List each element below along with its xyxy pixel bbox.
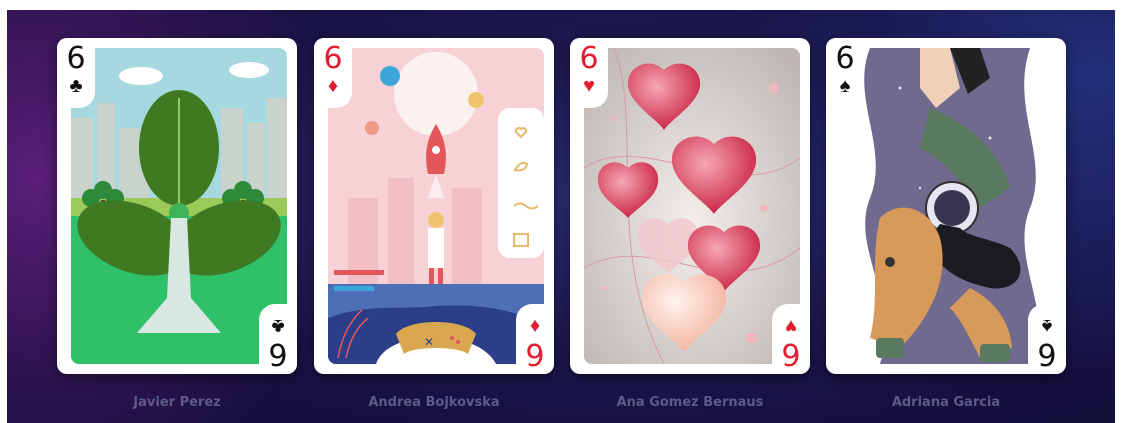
spade-suit-icon: ♠ xyxy=(1041,315,1053,339)
svg-text:✕: ✕ xyxy=(424,335,434,349)
club-suit-icon: ♣ xyxy=(69,73,83,97)
card-index-top: 6 ♦ xyxy=(318,41,348,97)
card-artwork-glass-hearts xyxy=(584,48,800,364)
rocket-illustration: ✕ xyxy=(328,48,544,364)
playing-card-six-of-hearts[interactable]: 6 ♥ 6 ♥ xyxy=(570,38,810,374)
card-index-bottom: 6 ♠ xyxy=(1032,315,1062,371)
card-rank: 6 xyxy=(525,336,545,371)
artist-name: Andrea Bojkovska xyxy=(368,395,500,410)
glass-hearts-illustration xyxy=(584,48,800,364)
card-rank: 6 xyxy=(835,41,855,76)
card-index-top: 6 ♠ xyxy=(830,41,860,97)
card-index-bottom: 6 ♣ xyxy=(263,315,293,371)
playing-card-six-of-diamonds[interactable]: ✕ 6 ♦ 6 ♦ xyxy=(314,38,554,374)
card-showcase-stage: 6 ♣ 6 ♣ Javier Perez ✕ 6 ♦ 6 ♦ Andrea Bo… xyxy=(7,10,1115,423)
artist-name: Adriana Garcia xyxy=(891,395,1001,410)
spade-suit-icon: ♠ xyxy=(839,73,851,97)
card-rank: 6 xyxy=(781,336,801,371)
playing-card-six-of-clubs[interactable]: 6 ♣ 6 ♣ xyxy=(57,38,297,374)
club-suit-icon: ♣ xyxy=(271,315,285,339)
card-index-top: 6 ♣ xyxy=(61,41,91,97)
heart-suit-icon: ♥ xyxy=(583,73,595,97)
diamond-suit-icon: ♦ xyxy=(327,73,339,97)
artist-name: Javier Perez xyxy=(133,395,221,410)
card-rank: 6 xyxy=(1037,336,1057,371)
artist-name: Ana Gomez Bernaus xyxy=(616,395,764,410)
diamond-suit-icon: ♦ xyxy=(529,315,541,339)
card-index-top: 6 ♥ xyxy=(574,41,604,97)
card-index-bottom: 6 ♥ xyxy=(776,315,806,371)
card-artwork-rocket: ✕ xyxy=(328,48,544,364)
card-rank: 6 xyxy=(323,41,343,76)
astronaut-illustration xyxy=(840,48,1056,364)
playing-card-six-of-spades[interactable]: 6 ♠ 6 ♠ xyxy=(826,38,1066,374)
heart-suit-icon: ♥ xyxy=(785,315,797,339)
card-rank: 6 xyxy=(579,41,599,76)
card-artwork-leaf-clover xyxy=(71,48,287,364)
leaf-clover-illustration xyxy=(71,48,287,364)
card-rank: 6 xyxy=(66,41,86,76)
card-index-bottom: 6 ♦ xyxy=(520,315,550,371)
card-artwork-astronaut xyxy=(840,48,1056,364)
card-rank: 6 xyxy=(268,336,288,371)
